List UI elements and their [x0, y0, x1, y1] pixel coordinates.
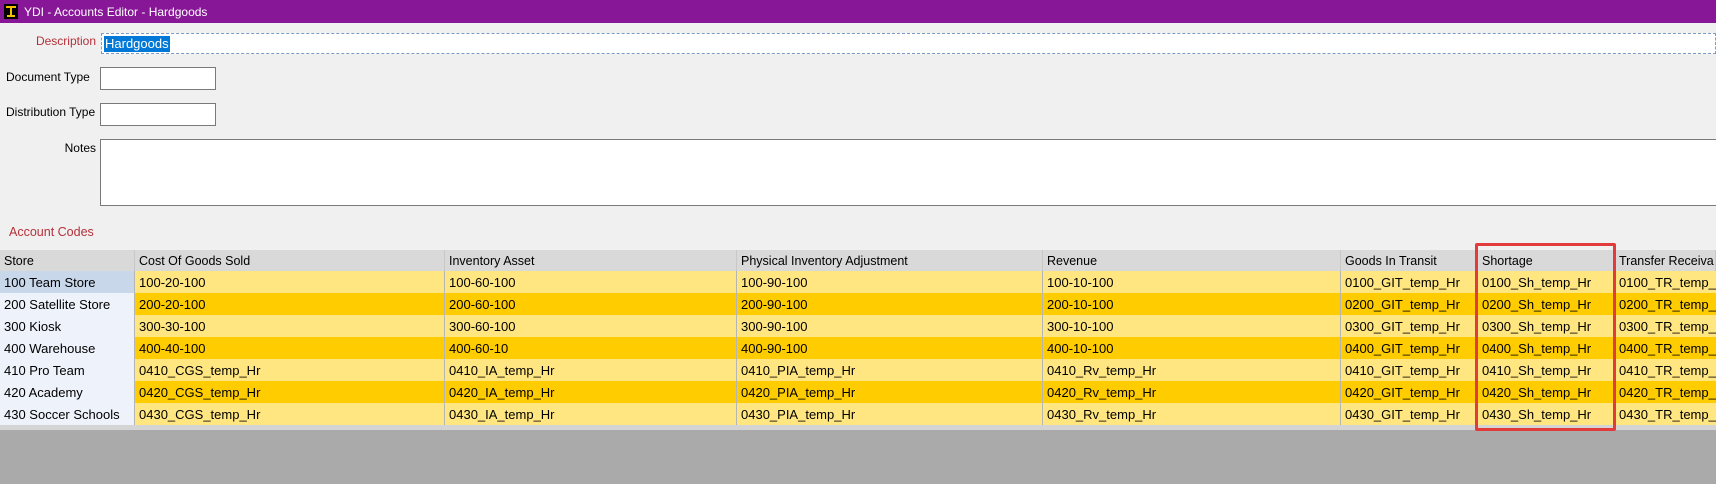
- grid-cell[interactable]: 420 Academy: [0, 381, 135, 403]
- grid-cell[interactable]: 0300_GIT_temp_Hr: [1341, 315, 1478, 337]
- grid-cell[interactable]: 0430_PIA_temp_Hr: [737, 403, 1043, 425]
- grid-cell[interactable]: 0100_TR_temp_: [1615, 271, 1716, 293]
- grid-cell[interactable]: 300-60-100: [445, 315, 737, 337]
- description-value: Hardgoods: [104, 35, 170, 52]
- document-type-input[interactable]: [100, 67, 216, 90]
- grid-cell[interactable]: 0410_TR_temp_: [1615, 359, 1716, 381]
- grid-horizontal-scrollbar[interactable]: [0, 425, 1716, 430]
- grid-cell[interactable]: 200-20-100: [135, 293, 445, 315]
- grid-cell[interactable]: 0430_Sh_temp_Hr: [1478, 403, 1615, 425]
- grid-cell[interactable]: 400-60-10: [445, 337, 737, 359]
- account-codes-grid: Store Cost Of Goods Sold Inventory Asset…: [0, 250, 1716, 425]
- grid-cell[interactable]: 200 Satellite Store: [0, 293, 135, 315]
- app-logo-icon[interactable]: [4, 4, 18, 19]
- grid-cell[interactable]: 0430_CGS_temp_Hr: [135, 403, 445, 425]
- grid-cell[interactable]: 0300_TR_temp_: [1615, 315, 1716, 337]
- grid-cell[interactable]: 0410_IA_temp_Hr: [445, 359, 737, 381]
- grid-cell[interactable]: 0100_Sh_temp_Hr: [1478, 271, 1615, 293]
- grid-cell[interactable]: 0420_TR_temp_: [1615, 381, 1716, 403]
- grid-cell[interactable]: 0100_GIT_temp_Hr: [1341, 271, 1478, 293]
- grid-cell[interactable]: 400 Warehouse: [0, 337, 135, 359]
- description-input[interactable]: Hardgoods: [101, 33, 1716, 54]
- column-header-shortage[interactable]: Shortage: [1478, 250, 1615, 271]
- document-type-label: Document Type: [6, 70, 90, 84]
- grid-cell[interactable]: 200-60-100: [445, 293, 737, 315]
- grid-cell[interactable]: 300-30-100: [135, 315, 445, 337]
- notes-textarea[interactable]: [100, 139, 1716, 206]
- column-header-revenue[interactable]: Revenue: [1043, 250, 1341, 271]
- grid-cell[interactable]: 100-10-100: [1043, 271, 1341, 293]
- column-header-physical-inventory-adjustment[interactable]: Physical Inventory Adjustment: [737, 250, 1043, 271]
- column-header-goods-in-transit[interactable]: Goods In Transit: [1341, 250, 1478, 271]
- grid-cell[interactable]: 300-90-100: [737, 315, 1043, 337]
- grid-cell[interactable]: 0400_Sh_temp_Hr: [1478, 337, 1615, 359]
- grid-cell[interactable]: 200-90-100: [737, 293, 1043, 315]
- grid-cell[interactable]: 0410_Sh_temp_Hr: [1478, 359, 1615, 381]
- grid-cell[interactable]: 100 Team Store: [0, 271, 135, 293]
- column-header-inventory-asset[interactable]: Inventory Asset: [445, 250, 737, 271]
- grid-cell[interactable]: 300-10-100: [1043, 315, 1341, 337]
- grid-cell[interactable]: 0420_CGS_temp_Hr: [135, 381, 445, 403]
- grid-cell[interactable]: 400-40-100: [135, 337, 445, 359]
- grid-cell[interactable]: 300 Kiosk: [0, 315, 135, 337]
- grid-cell[interactable]: 0410_CGS_temp_Hr: [135, 359, 445, 381]
- grid-cell[interactable]: 0300_Sh_temp_Hr: [1478, 315, 1615, 337]
- grid-cell[interactable]: 0400_GIT_temp_Hr: [1341, 337, 1478, 359]
- title-bar: YDI - Accounts Editor - Hardgoods: [0, 0, 1716, 23]
- grid-header-row: Store Cost Of Goods Sold Inventory Asset…: [0, 250, 1716, 271]
- grid-cell[interactable]: 0410_Rv_temp_Hr: [1043, 359, 1341, 381]
- grid-cell[interactable]: 0420_Rv_temp_Hr: [1043, 381, 1341, 403]
- grid-cell[interactable]: 0420_PIA_temp_Hr: [737, 381, 1043, 403]
- grid-cell[interactable]: 100-60-100: [445, 271, 737, 293]
- grid-cell[interactable]: 0420_Sh_temp_Hr: [1478, 381, 1615, 403]
- table-row[interactable]: 420 Academy 0420_CGS_temp_Hr 0420_IA_tem…: [0, 381, 1716, 403]
- description-label: Description: [35, 34, 96, 48]
- distribution-type-label: Distribution Type: [6, 105, 96, 119]
- grid-cell[interactable]: 200-10-100: [1043, 293, 1341, 315]
- grid-cell[interactable]: 400-90-100: [737, 337, 1043, 359]
- grid-cell[interactable]: 0410_GIT_temp_Hr: [1341, 359, 1478, 381]
- account-codes-label: Account Codes: [9, 225, 94, 239]
- table-row[interactable]: 430 Soccer Schools 0430_CGS_temp_Hr 0430…: [0, 403, 1716, 425]
- table-row[interactable]: 200 Satellite Store 200-20-100 200-60-10…: [0, 293, 1716, 315]
- grid-cell[interactable]: 0410_PIA_temp_Hr: [737, 359, 1043, 381]
- grid-cell[interactable]: 0430_TR_temp_: [1615, 403, 1716, 425]
- grid-cell[interactable]: 0430_GIT_temp_Hr: [1341, 403, 1478, 425]
- grid-cell[interactable]: 430 Soccer Schools: [0, 403, 135, 425]
- table-row[interactable]: 300 Kiosk 300-30-100 300-60-100 300-90-1…: [0, 315, 1716, 337]
- grid-cell[interactable]: 0200_GIT_temp_Hr: [1341, 293, 1478, 315]
- grid-cell[interactable]: 0400_TR_temp_: [1615, 337, 1716, 359]
- window-title: YDI - Accounts Editor - Hardgoods: [24, 4, 208, 19]
- grid-cell[interactable]: 0430_Rv_temp_Hr: [1043, 403, 1341, 425]
- grid-cell[interactable]: 400-10-100: [1043, 337, 1341, 359]
- grid-cell[interactable]: 410 Pro Team: [0, 359, 135, 381]
- table-row[interactable]: 100 Team Store 100-20-100 100-60-100 100…: [0, 271, 1716, 293]
- table-row[interactable]: 400 Warehouse 400-40-100 400-60-10 400-9…: [0, 337, 1716, 359]
- notes-label: Notes: [64, 141, 96, 155]
- grid-cell[interactable]: 0430_IA_temp_Hr: [445, 403, 737, 425]
- distribution-type-input[interactable]: [100, 103, 216, 126]
- grid-cell[interactable]: 100-20-100: [135, 271, 445, 293]
- grid-cell[interactable]: 0420_GIT_temp_Hr: [1341, 381, 1478, 403]
- grid-cell[interactable]: 0420_IA_temp_Hr: [445, 381, 737, 403]
- column-header-transfer-receivable[interactable]: Transfer Receiva: [1615, 250, 1716, 271]
- grid-empty-area: [0, 425, 1716, 484]
- grid-cell[interactable]: 0200_TR_temp_: [1615, 293, 1716, 315]
- column-header-store[interactable]: Store: [0, 250, 135, 271]
- column-header-cogs[interactable]: Cost Of Goods Sold: [135, 250, 445, 271]
- table-row[interactable]: 410 Pro Team 0410_CGS_temp_Hr 0410_IA_te…: [0, 359, 1716, 381]
- grid-cell[interactable]: 0200_Sh_temp_Hr: [1478, 293, 1615, 315]
- grid-cell[interactable]: 100-90-100: [737, 271, 1043, 293]
